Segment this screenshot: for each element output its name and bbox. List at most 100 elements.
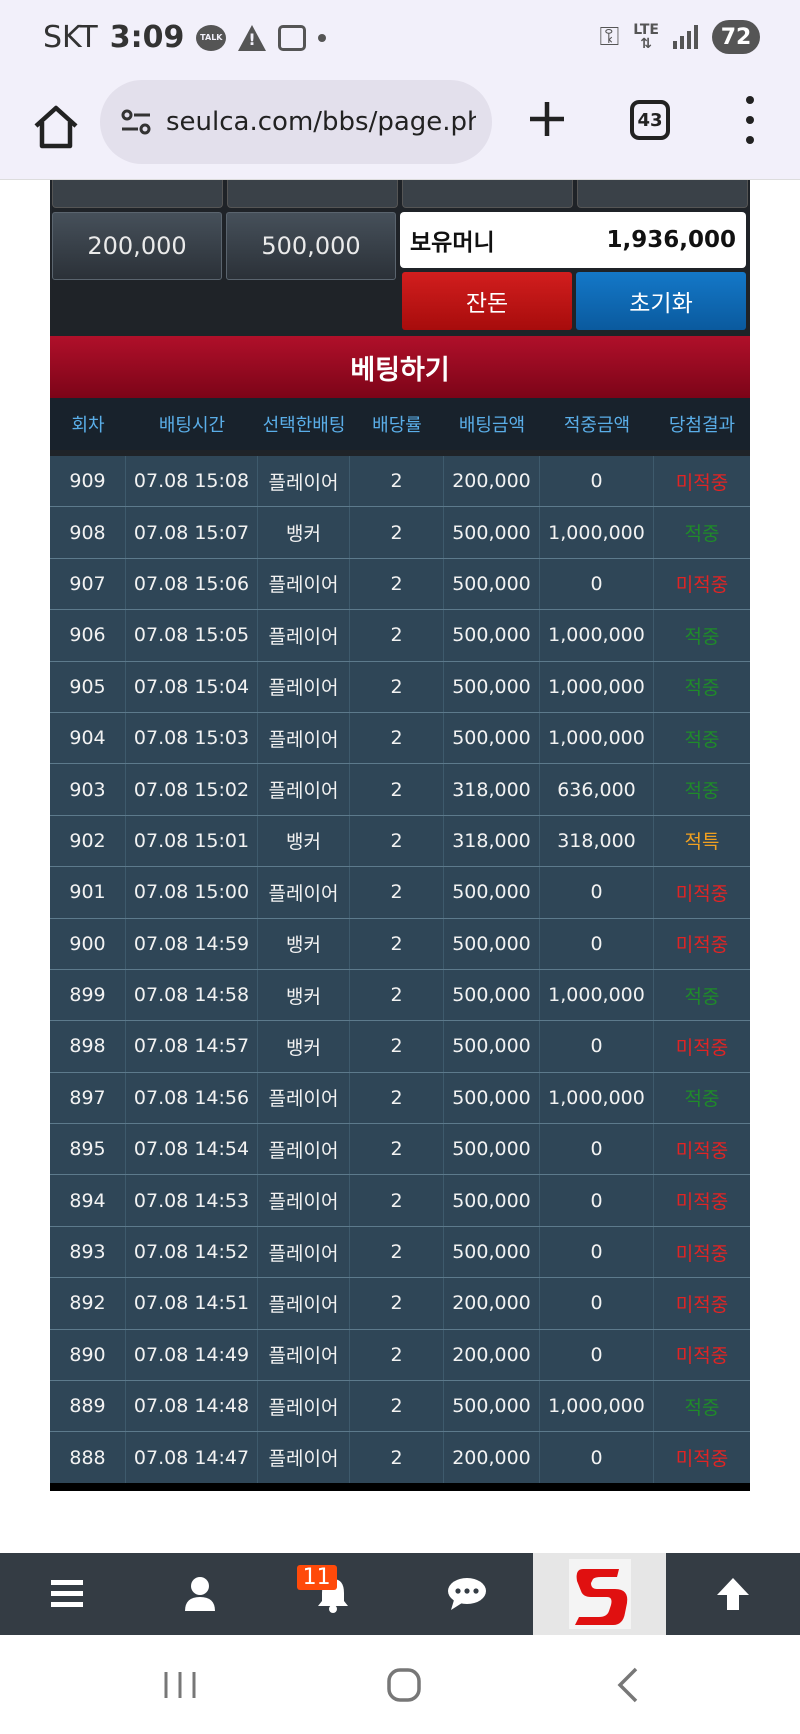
- round-cell: 908: [50, 507, 126, 558]
- choice-cell: 플레이어: [258, 1175, 350, 1226]
- round-cell: 895: [50, 1124, 126, 1175]
- round-cell: 905: [50, 661, 126, 712]
- bell-icon[interactable]: 11: [267, 1553, 400, 1635]
- change-button[interactable]: 잔돈: [402, 272, 572, 330]
- payout-cell: 0: [540, 867, 654, 918]
- table-row: 899 07.08 14:58 뱅커 2 500,000 1,000,000 적중: [50, 969, 750, 1022]
- round-cell: 901: [50, 867, 126, 918]
- more-menu-icon[interactable]: [736, 96, 764, 144]
- payout-cell: 0: [540, 1021, 654, 1072]
- column-header-odds: 배당률: [372, 415, 422, 436]
- amount-cell: 500,000: [444, 712, 540, 764]
- system-nav-bar: [0, 1635, 800, 1734]
- odds-cell: 2: [350, 867, 444, 918]
- payout-cell: 636,000: [540, 764, 654, 815]
- home-icon[interactable]: [28, 98, 84, 154]
- chip-button-200000[interactable]: 200,000: [52, 212, 222, 280]
- address-bar[interactable]: seulca.com/bbs/page.php: [100, 80, 492, 164]
- table-row: 905 07.08 15:04 플레이어 2 500,000 1,000,000 적중: [50, 661, 750, 713]
- menu-icon[interactable]: [0, 1553, 133, 1635]
- time-cell: 07.08 15:08: [126, 456, 258, 507]
- bet-header-button[interactable]: 베팅하기: [50, 336, 750, 398]
- time-cell: 07.08 15:03: [126, 712, 258, 764]
- back-nav-icon[interactable]: [600, 1665, 660, 1705]
- amount-cell: 500,000: [444, 1175, 540, 1226]
- result-cell: 미적중: [675, 1293, 729, 1316]
- home-nav-icon[interactable]: [374, 1665, 434, 1705]
- column-header-time: 배팅시간: [158, 415, 226, 436]
- table-row: 898 07.08 14:57 뱅커 2 500,000 0 미적중: [50, 1021, 750, 1073]
- time-cell: 07.08 14:49: [126, 1329, 258, 1381]
- choice-cell: 뱅커: [258, 507, 350, 558]
- round-cell: 902: [50, 815, 126, 867]
- payout-cell: 0: [540, 558, 654, 610]
- choice-cell: 뱅커: [258, 918, 350, 969]
- payout-cell: 1,000,000: [540, 507, 654, 558]
- site-settings-icon[interactable]: [118, 104, 154, 140]
- result-cell: 미적중: [675, 1345, 729, 1368]
- notification-dot-icon: [318, 33, 327, 42]
- odds-cell: 2: [350, 1329, 444, 1381]
- payout-cell: 0: [540, 1226, 654, 1278]
- chat-icon[interactable]: [400, 1553, 533, 1635]
- bet-history-table: 909 07.08 15:08 플레이어 2 200,000 0 미적중 908 07.08 1…: [50, 456, 750, 1484]
- chip-buttons-partial-row: [50, 180, 750, 208]
- amount-cell: 500,000: [444, 1381, 540, 1432]
- balance-value: 1,936,000: [606, 227, 737, 253]
- amount-cell: 318,000: [444, 764, 540, 815]
- round-cell: 907: [50, 558, 126, 610]
- result-cell: 미적중: [675, 1242, 729, 1265]
- time-cell: 07.08 14:48: [126, 1381, 258, 1432]
- amount-cell: 318,000: [444, 815, 540, 867]
- choice-cell: 플레이어: [258, 1432, 350, 1483]
- table-row: 892 07.08 14:51 플레이어 2 200,000 0 미적중: [50, 1278, 750, 1330]
- odds-cell: 2: [350, 1072, 444, 1124]
- payout-cell: 1,000,000: [540, 969, 654, 1021]
- odds-cell: 2: [350, 1021, 444, 1072]
- time-cell: 07.08 14:59: [126, 918, 258, 969]
- payout-cell: 0: [540, 1432, 654, 1483]
- result-cell: 적중: [684, 625, 720, 648]
- choice-cell: 플레이어: [258, 1278, 350, 1329]
- carrier-label: SKT: [43, 20, 98, 55]
- result-cell: 미적중: [675, 574, 729, 597]
- column-header-amount: 배팅금액: [458, 415, 526, 436]
- result-cell: 적중: [684, 1088, 720, 1111]
- round-cell: 903: [50, 764, 126, 815]
- odds-cell: 2: [350, 764, 444, 815]
- odds-cell: 2: [350, 610, 444, 661]
- table-row: 890 07.08 14:49 플레이어 2 200,000 0 미적중: [50, 1329, 750, 1382]
- table-row: 907 07.08 15:06 플레이어 2 500,000 0 미적중: [50, 558, 750, 611]
- time-cell: 07.08 15:07: [126, 507, 258, 558]
- odds-cell: 2: [350, 1124, 444, 1175]
- new-tab-icon[interactable]: [522, 94, 572, 144]
- amount-cell: 500,000: [444, 1124, 540, 1175]
- user-icon[interactable]: [133, 1553, 266, 1635]
- payout-cell: 1,000,000: [540, 1381, 654, 1432]
- payout-cell: 1,000,000: [540, 712, 654, 764]
- recent-apps-icon[interactable]: [150, 1665, 210, 1705]
- time-cell: 07.08 14:51: [126, 1278, 258, 1329]
- chip-button-500000[interactable]: 500,000: [226, 212, 396, 280]
- column-header-result: 당첨결과: [668, 415, 736, 436]
- reset-button[interactable]: 초기화: [576, 272, 746, 330]
- url-text[interactable]: seulca.com/bbs/page.php: [166, 107, 476, 137]
- time-cell: 07.08 15:00: [126, 867, 258, 918]
- result-cell: 미적중: [675, 1036, 729, 1059]
- choice-cell: 뱅커: [258, 815, 350, 867]
- result-cell: 적중: [684, 728, 720, 751]
- result-cell: 미적중: [675, 1448, 729, 1471]
- payout-cell: 1,000,000: [540, 610, 654, 661]
- warning-icon: [238, 24, 267, 51]
- round-cell: 893: [50, 1226, 126, 1278]
- time-cell: 07.08 14:56: [126, 1072, 258, 1124]
- tab-switcher-button[interactable]: 43: [630, 100, 670, 140]
- arrow-up-icon[interactable]: [666, 1553, 799, 1635]
- table-row: 901 07.08 15:00 플레이어 2 500,000 0 미적중: [50, 867, 750, 919]
- payout-cell: 1,000,000: [540, 1072, 654, 1124]
- betting-panel: 200,000 500,000 보유머니 1,936,000 잔돈 초기화 베팅…: [50, 180, 750, 1491]
- amount-cell: 500,000: [444, 610, 540, 661]
- amount-cell: 500,000: [444, 969, 540, 1021]
- site-logo[interactable]: [533, 1553, 667, 1635]
- time-cell: 07.08 14:52: [126, 1226, 258, 1278]
